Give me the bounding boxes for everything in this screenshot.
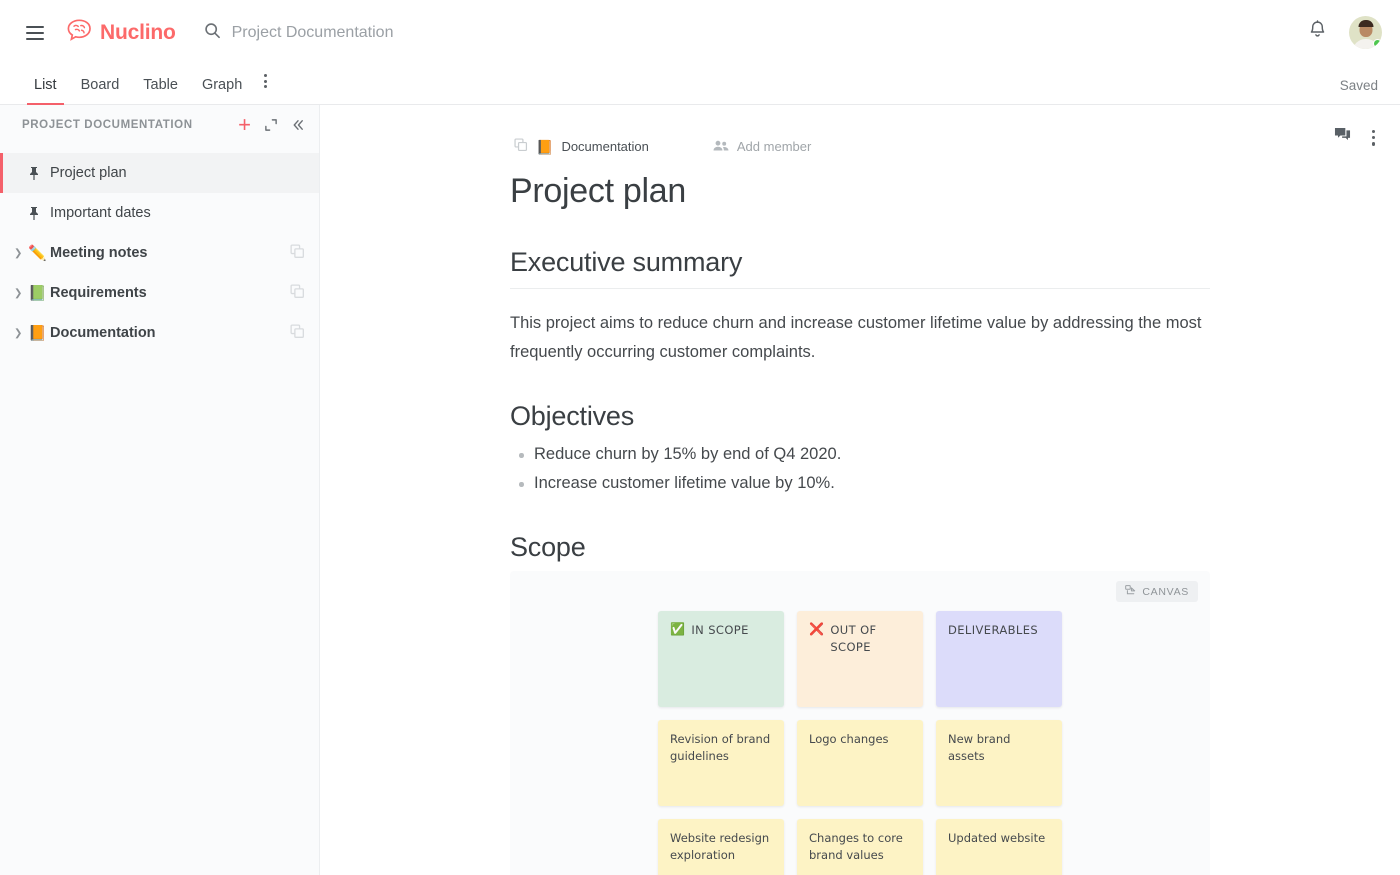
sticky-note-text: Updated website [948, 831, 1045, 845]
canvas-embed[interactable]: CANVAS ✅ IN SCOPE ❌ OUT OF SCOPE [510, 571, 1210, 875]
list-item: Reduce churn by 15% by end of Q4 2020. [510, 440, 1210, 469]
pencil-emoji-icon: ✏️ [28, 246, 50, 261]
sidebar-item-requirements[interactable]: ❯ 📗 Requirements [0, 273, 319, 313]
view-tabs: List Board Table Graph [22, 74, 277, 104]
chevron-right-icon[interactable]: ❯ [14, 328, 28, 339]
canvas-badge[interactable]: CANVAS [1116, 581, 1198, 602]
sticky-note-text: DELIVERABLES [948, 622, 1038, 639]
top-bar-actions [1308, 16, 1382, 49]
chevron-right-icon[interactable]: ❯ [14, 288, 28, 299]
canvas-notes-grid: ✅ IN SCOPE ❌ OUT OF SCOPE DELIVERABLES [510, 611, 1210, 875]
canvas-icon [1125, 585, 1136, 598]
avatar-hair [1358, 20, 1373, 27]
search-input[interactable] [232, 24, 652, 42]
list-item: Increase customer lifetime value by 10%. [510, 469, 1210, 498]
app-body: PROJECT DOCUMENTATION + [0, 105, 1400, 875]
dots-vertical-icon[interactable] [1369, 127, 1378, 149]
sidebar-title: PROJECT DOCUMENTATION [22, 119, 193, 131]
check-emoji-icon: ✅ [670, 622, 685, 637]
tab-list[interactable]: List [22, 77, 69, 104]
sidebar-item-label: Requirements [50, 285, 147, 301]
heading-executive-summary: Executive summary [510, 247, 1210, 289]
duplicate-icon [514, 138, 528, 155]
sticky-note[interactable]: Revision of brand guidelines [658, 720, 784, 806]
add-member-label: Add member [737, 139, 811, 154]
chevron-right-icon[interactable]: ❯ [14, 248, 28, 259]
tab-board[interactable]: Board [69, 77, 132, 104]
bell-icon[interactable] [1308, 20, 1327, 45]
sidebar-item-label: Documentation [50, 325, 156, 341]
sticky-note-text: Website redesign exploration [670, 831, 769, 862]
status-badge [1373, 39, 1382, 48]
breadcrumb: 📙 Documentation Add member [510, 135, 1210, 158]
sticky-note[interactable]: New brand assets [936, 720, 1062, 806]
tab-more-icon[interactable] [254, 74, 277, 104]
sidebar-item-label: Important dates [50, 205, 151, 221]
sticky-note-text: OUT OF SCOPE [830, 622, 911, 656]
add-member-button[interactable]: Add member [709, 136, 815, 158]
objectives-list: Reduce churn by 15% by end of Q4 2020. I… [510, 440, 1210, 498]
canvas-badge-label: CANVAS [1142, 586, 1189, 598]
duplicate-icon[interactable] [290, 244, 305, 263]
sidebar-item-meeting-notes[interactable]: ❯ ✏️ Meeting notes [0, 233, 319, 273]
sidebar-item-list: Project plan Important dates ❯ ✏️ Meetin… [0, 145, 319, 353]
tab-graph[interactable]: Graph [190, 77, 254, 104]
avatar[interactable] [1349, 16, 1382, 49]
save-status-label: Saved [1340, 78, 1378, 104]
pin-icon [28, 166, 50, 181]
sticky-note-text: Revision of brand guidelines [670, 732, 770, 763]
tab-table[interactable]: Table [131, 77, 190, 104]
sticky-note-in-scope[interactable]: ✅ IN SCOPE [658, 611, 784, 707]
people-icon [713, 139, 729, 155]
duplicate-icon[interactable] [290, 284, 305, 303]
hamburger-icon[interactable] [18, 16, 52, 50]
page-title[interactable]: Project plan [510, 172, 1210, 211]
document-toolbar [1334, 105, 1400, 149]
chevrons-left-icon[interactable] [291, 118, 305, 132]
plus-icon[interactable]: + [238, 114, 251, 136]
cross-emoji-icon: ❌ [809, 622, 824, 637]
top-bar: Nuclino [0, 0, 1400, 65]
sidebar-header: PROJECT DOCUMENTATION + [0, 105, 319, 145]
heading-scope: Scope [510, 532, 1210, 563]
expand-icon[interactable] [264, 118, 278, 132]
orange-book-emoji-icon: 📙 [536, 140, 553, 154]
paragraph-executive-summary: This project aims to reduce churn and in… [510, 309, 1210, 367]
sticky-note[interactable]: Logo changes [797, 720, 923, 806]
duplicate-icon[interactable] [290, 324, 305, 343]
sticky-note[interactable]: Updated website [936, 819, 1062, 875]
sticky-note-text: New brand assets [948, 732, 1010, 763]
sticky-note-text: IN SCOPE [691, 622, 748, 639]
nuclino-brain-icon [66, 19, 93, 46]
green-book-emoji-icon: 📗 [28, 286, 50, 301]
sticky-note-text: Logo changes [809, 732, 889, 746]
sidebar-item-documentation[interactable]: ❯ 📙 Documentation [0, 313, 319, 353]
breadcrumb-label: Documentation [561, 139, 648, 154]
view-tab-bar: List Board Table Graph Saved [0, 65, 1400, 105]
sticky-note[interactable]: Changes to core brand values [797, 819, 923, 875]
sidebar-item-important-dates[interactable]: Important dates [0, 193, 319, 233]
document-pane: 📙 Documentation Add member [320, 105, 1400, 875]
orange-book-emoji-icon: 📙 [28, 326, 50, 341]
brand-name: Nuclino [100, 21, 176, 45]
search-bar[interactable] [204, 22, 1308, 44]
sidebar-header-actions: + [238, 114, 305, 136]
heading-objectives: Objectives [510, 401, 1210, 432]
sticky-note[interactable]: Website redesign exploration [658, 819, 784, 875]
sidebar: PROJECT DOCUMENTATION + [0, 105, 320, 875]
sticky-note-text: Changes to core brand values [809, 831, 903, 862]
sidebar-item-label: Project plan [50, 165, 127, 181]
pin-icon [28, 206, 50, 221]
sidebar-item-project-plan[interactable]: Project plan [0, 153, 319, 193]
breadcrumb-collection[interactable]: 📙 Documentation [510, 135, 653, 158]
brand-logo[interactable]: Nuclino [66, 19, 176, 46]
sticky-note-out-of-scope[interactable]: ❌ OUT OF SCOPE [797, 611, 923, 707]
document-content: 📙 Documentation Add member [510, 105, 1210, 875]
search-icon [204, 22, 221, 44]
sidebar-item-label: Meeting notes [50, 245, 147, 261]
comment-icon[interactable] [1334, 127, 1351, 148]
sticky-note-deliverables[interactable]: DELIVERABLES [936, 611, 1062, 707]
